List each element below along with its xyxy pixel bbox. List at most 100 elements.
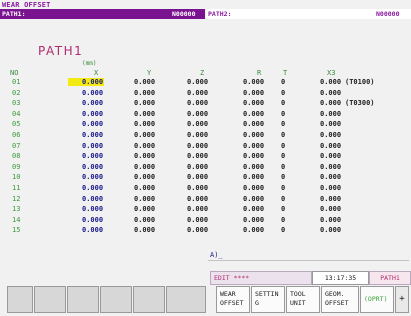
offset-cell-r[interactable]: 0.000 [243,110,264,118]
offset-cell-y[interactable]: 0.000 [134,78,155,86]
offset-cell-z[interactable]: 0.000 [187,163,208,171]
offset-cell-x3[interactable]: 0.000 [320,99,341,107]
offset-cell-z[interactable]: 0.000 [187,216,208,224]
offset-cell-x3[interactable]: 0.000 [320,216,341,224]
offset-cell-t[interactable]: 0 [281,99,285,107]
input-line[interactable]: A)_ [208,250,409,261]
offset-cell-x[interactable]: 0.000 [82,110,103,118]
softkey-blank-5[interactable] [133,286,165,313]
offset-cell-r[interactable]: 0.000 [243,226,264,234]
offset-cell-z[interactable]: 0.000 [187,173,208,181]
offset-cell-x3[interactable]: 0.000 [320,152,341,160]
offset-cell-t[interactable]: 0 [281,89,285,97]
offset-cell-x3[interactable]: 0.000 [320,184,341,192]
offset-cell-x3[interactable]: 0.000 [320,120,341,128]
offset-cell-y[interactable]: 0.000 [134,163,155,171]
offset-cell-r[interactable]: 0.000 [243,195,264,203]
offset-cell-x3[interactable]: 0.000 [320,173,341,181]
offset-cell-z[interactable]: 0.000 [187,120,208,128]
softkey-blank-3[interactable] [67,286,99,313]
offset-cell-r[interactable]: 0.000 [243,173,264,181]
softkey-blank-1[interactable] [7,286,33,313]
offset-cell-x3[interactable]: 0.000 [320,78,341,86]
offset-cell-z[interactable]: 0.000 [187,99,208,107]
offset-cell-z[interactable]: 0.000 [187,195,208,203]
offset-cell-y[interactable]: 0.000 [134,131,155,139]
offset-cell-t[interactable]: 0 [281,163,285,171]
offset-cell-t[interactable]: 0 [281,78,285,86]
offset-cell-x3[interactable]: 0.000 [320,226,341,234]
offset-cell-t[interactable]: 0 [281,110,285,118]
offset-cell-z[interactable]: 0.000 [187,226,208,234]
offset-cell-r[interactable]: 0.000 [243,205,264,213]
offset-cell-y[interactable]: 0.000 [134,152,155,160]
offset-cell-t[interactable]: 0 [281,152,285,160]
offset-cell-t[interactable]: 0 [281,184,285,192]
offset-cell-y[interactable]: 0.000 [134,173,155,181]
offset-cell-x-selected[interactable]: 0.000 [68,78,105,86]
offset-cell-x[interactable]: 0.000 [82,142,103,150]
offset-cell-t[interactable]: 0 [281,173,285,181]
offset-cell-x[interactable]: 0.000 [82,163,103,171]
offset-cell-r[interactable]: 0.000 [243,184,264,192]
offset-cell-r[interactable]: 0.000 [243,99,264,107]
offset-cell-z[interactable]: 0.000 [187,205,208,213]
offset-cell-z[interactable]: 0.000 [187,152,208,160]
offset-cell-x[interactable]: 0.000 [82,184,103,192]
offset-cell-x[interactable]: 0.000 [82,99,103,107]
offset-cell-y[interactable]: 0.000 [134,184,155,192]
offset-cell-x3[interactable]: 0.000 [320,131,341,139]
offset-cell-y[interactable]: 0.000 [134,216,155,224]
offset-cell-x3[interactable]: 0.000 [320,163,341,171]
offset-cell-x3[interactable]: 0.000 [320,89,341,97]
offset-cell-x[interactable]: 0.000 [82,120,103,128]
softkey-wear-offset[interactable]: WEAR OFFSET [216,286,250,313]
offset-cell-z[interactable]: 0.000 [187,184,208,192]
offset-cell-t[interactable]: 0 [281,226,285,234]
offset-cell-x3[interactable]: 0.000 [320,195,341,203]
offset-cell-y[interactable]: 0.000 [134,142,155,150]
offset-cell-x[interactable]: 0.000 [82,195,103,203]
offset-cell-r[interactable]: 0.000 [243,152,264,160]
offset-cell-z[interactable]: 0.000 [187,110,208,118]
softkey-operation[interactable]: (OPRT) [360,286,394,313]
offset-cell-z[interactable]: 0.000 [187,142,208,150]
offset-cell-x3[interactable]: 0.000 [320,142,341,150]
offset-cell-t[interactable]: 0 [281,216,285,224]
offset-cell-x3[interactable]: 0.000 [320,205,341,213]
softkey-blank-2[interactable] [34,286,66,313]
offset-cell-y[interactable]: 0.000 [134,195,155,203]
offset-cell-x[interactable]: 0.000 [82,205,103,213]
offset-cell-t[interactable]: 0 [281,205,285,213]
offset-cell-r[interactable]: 0.000 [243,131,264,139]
offset-cell-x[interactable]: 0.000 [82,131,103,139]
offset-cell-z[interactable]: 0.000 [187,89,208,97]
offset-cell-y[interactable]: 0.000 [134,99,155,107]
offset-cell-z[interactable]: 0.000 [187,131,208,139]
offset-cell-r[interactable]: 0.000 [243,120,264,128]
offset-cell-r[interactable]: 0.000 [243,142,264,150]
offset-cell-x[interactable]: 0.000 [82,89,103,97]
offset-cell-t[interactable]: 0 [281,120,285,128]
offset-cell-t[interactable]: 0 [281,131,285,139]
offset-cell-x3[interactable]: 0.000 [320,110,341,118]
offset-cell-y[interactable]: 0.000 [134,89,155,97]
offset-cell-x[interactable]: 0.000 [82,216,103,224]
offset-cell-t[interactable]: 0 [281,142,285,150]
offset-cell-y[interactable]: 0.000 [134,205,155,213]
softkey-geom-offset[interactable]: GEOM. OFFSET [321,286,359,313]
offset-cell-t[interactable]: 0 [281,195,285,203]
softkey-blank-4[interactable] [100,286,132,313]
offset-cell-y[interactable]: 0.000 [134,226,155,234]
offset-cell-x[interactable]: 0.000 [82,152,103,160]
offset-cell-r[interactable]: 0.000 [243,78,264,86]
offset-cell-z[interactable]: 0.000 [187,78,208,86]
softkey-next[interactable]: + [395,286,409,313]
offset-cell-x[interactable]: 0.000 [82,226,103,234]
offset-cell-y[interactable]: 0.000 [134,120,155,128]
offset-cell-y[interactable]: 0.000 [134,110,155,118]
offset-cell-r[interactable]: 0.000 [243,216,264,224]
offset-cell-x[interactable]: 0.000 [82,173,103,181]
offset-cell-r[interactable]: 0.000 [243,163,264,171]
softkey-blank-6[interactable] [166,286,206,313]
